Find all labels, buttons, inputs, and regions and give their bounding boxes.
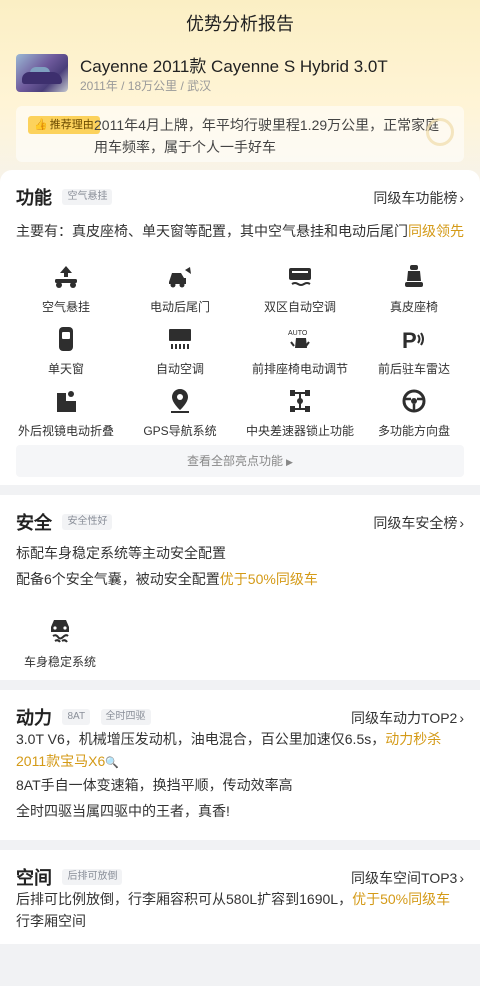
power-tag: 全时四驱 [100,709,151,725]
page-title: 优势分析报告 [186,14,294,34]
sunroof-icon [52,326,80,352]
search-icon[interactable]: 🔍 [105,757,119,769]
chevron-right-icon: › [459,515,464,531]
car-thumbnail [16,54,68,92]
feature-item[interactable]: 中央差速器锁止功能 [240,388,360,444]
function-summary: 主要有：真皮座椅、单天窗等配置，其中空气悬挂和电动后尾门同级领先 [16,223,464,239]
function-title: 功能 [16,188,52,208]
space-tag: 后排可放倒 [62,869,123,885]
chevron-right-icon: › [459,870,464,886]
gps-icon [166,388,194,414]
space-card: 空间 后排可放倒 同级车空间TOP3 › 后排可比例放倒，行李厢容积可从580L扩… [0,850,480,944]
power-header: 动力 8AT 全时四驱 [16,704,151,728]
mirror-fold-icon [52,388,80,414]
safety-tag: 安全性好 [62,514,113,530]
feature-item[interactable]: AUTO 前排座椅电动调节 [240,326,360,382]
power-tailgate-icon [166,264,194,290]
feature-item[interactable]: 单天窗 [6,326,126,382]
space-rank-link[interactable]: 同级车空间TOP3 › [351,868,464,888]
power-line3: 全时四驱当属四驱中的王者，真香! [16,803,230,819]
car-summary[interactable]: Cayenne 2011款 Cayenne S Hybrid 3.0T 2011… [16,52,464,96]
feature-item[interactable]: 外后视镜电动折叠 [6,388,126,444]
safety-card: 安全 安全性好 同级车安全榜 › 标配车身稳定系统等主动安全配置 配备6个安全气囊… [0,495,480,680]
safety-line1: 标配车身稳定系统等主动安全配置 [16,545,226,561]
feature-item[interactable]: 空气悬挂 [6,264,126,320]
chevron-right-icon: › [459,190,464,206]
car-name: Cayenne 2011款 Cayenne S Hybrid 3.0T [80,57,388,76]
space-title: 空间 [16,868,52,888]
thumbs-up-icon: 👍 [34,119,48,131]
power-rank-link[interactable]: 同级车动力TOP2 › [351,708,464,728]
see-all-features-button[interactable]: 查看全部亮点功能 ▶ [16,445,464,477]
svg-text:P: P [402,328,417,352]
feature-item[interactable]: 自动空调 [120,326,240,382]
decor-icon [426,118,454,146]
leather-seat-icon [400,264,428,290]
function-card: 功能 空气悬挂 同级车功能榜 › 主要有：真皮座椅、单天窗等配置，其中空气悬挂和电… [0,170,480,485]
power-seat-icon: AUTO [286,326,314,352]
feature-item[interactable]: P 前后驻车雷达 [354,326,474,382]
feature-item[interactable]: 多功能方向盘 [354,388,474,444]
play-arrow-icon: ▶ [286,457,293,467]
space-header: 空间 后排可放倒 [16,864,123,888]
safety-rank-link[interactable]: 同级车安全榜 › [373,513,464,533]
feature-item[interactable]: 电动后尾门 [120,264,240,320]
auto-ac-icon [166,326,194,352]
dual-zone-ac-icon [286,264,314,290]
safety-title: 安全 [16,513,52,533]
svg-text:AUTO: AUTO [288,330,308,337]
power-title: 动力 [16,708,52,728]
feature-item[interactable]: 双区自动空调 [240,264,360,320]
steering-wheel-icon [400,388,428,414]
feature-item[interactable]: 真皮座椅 [354,264,474,320]
function-header: 功能 空气悬挂 [16,184,113,208]
car-meta: 2011年 / 18万公里 / 武汉 [80,79,212,93]
safety-header: 安全 安全性好 [16,509,113,533]
function-rank-link[interactable]: 同级车功能榜 › [373,188,464,208]
parking-radar-icon: P [400,326,428,353]
power-tag: 8AT [62,709,91,725]
recommend-tag: 👍 推荐理由 [28,116,100,134]
power-card: 动力 8AT 全时四驱 同级车动力TOP2 › 3.0T V6，机械增压发动机，油… [0,690,480,840]
power-line1: 3.0T V6，机械增压发动机，油电混合，百公里加速仅6.5s，动力秒杀 201… [16,731,442,769]
power-line2: 8AT手自一体变速箱，换挡平顺，传动效率高 [16,777,293,793]
feature-item[interactable]: GPS导航系统 [120,388,240,444]
stability-control-icon [46,615,74,643]
air-suspension-icon [52,264,80,290]
function-tag: 空气悬挂 [62,189,113,205]
recommend-reason: 👍 推荐理由 2011年4月上牌，年平均行驶里程1.29万公里，正常家庭用车频率，… [16,106,464,162]
chevron-right-icon: › [459,710,464,726]
feature-item[interactable]: 车身稳定系统 [16,615,104,670]
space-text: 后排可比例放倒，行李厢容积可从580L扩容到1690L，优于50%同级车行李厢空… [16,891,451,929]
diff-lock-icon [286,388,314,414]
recommend-text: 2011年4月上牌，年平均行驶里程1.29万公里，正常家庭用车频率，属于个人一手… [94,117,440,155]
safety-line2: 配备6个安全气囊，被动安全配置优于50%同级车 [16,571,318,587]
